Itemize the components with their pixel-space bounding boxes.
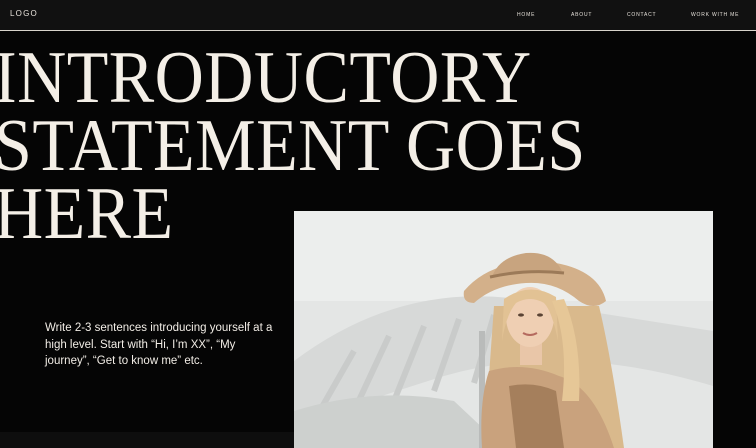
hero-photo — [294, 211, 713, 448]
headline-line-1: INTRODUCTORY — [0, 37, 532, 119]
nav-contact-link[interactable]: CONTACT — [627, 12, 656, 18]
nav-home-link[interactable]: HOME — [517, 12, 535, 18]
headline-line-2: STATEMENT GOES — [0, 105, 586, 187]
intro-paragraph: Write 2-3 sentences introducing yourself… — [45, 322, 273, 367]
top-navigation-bar: LOGO HOME ABOUT CONTACT WORK WITH ME — [0, 0, 756, 31]
logo[interactable]: LOGO — [10, 9, 38, 18]
nav-work-with-me-link[interactable]: WORK WITH ME — [691, 12, 739, 18]
woman-in-hat-photo-icon — [294, 211, 713, 448]
bottom-section-edge — [0, 432, 294, 448]
nav-about-link[interactable]: ABOUT — [571, 12, 592, 18]
